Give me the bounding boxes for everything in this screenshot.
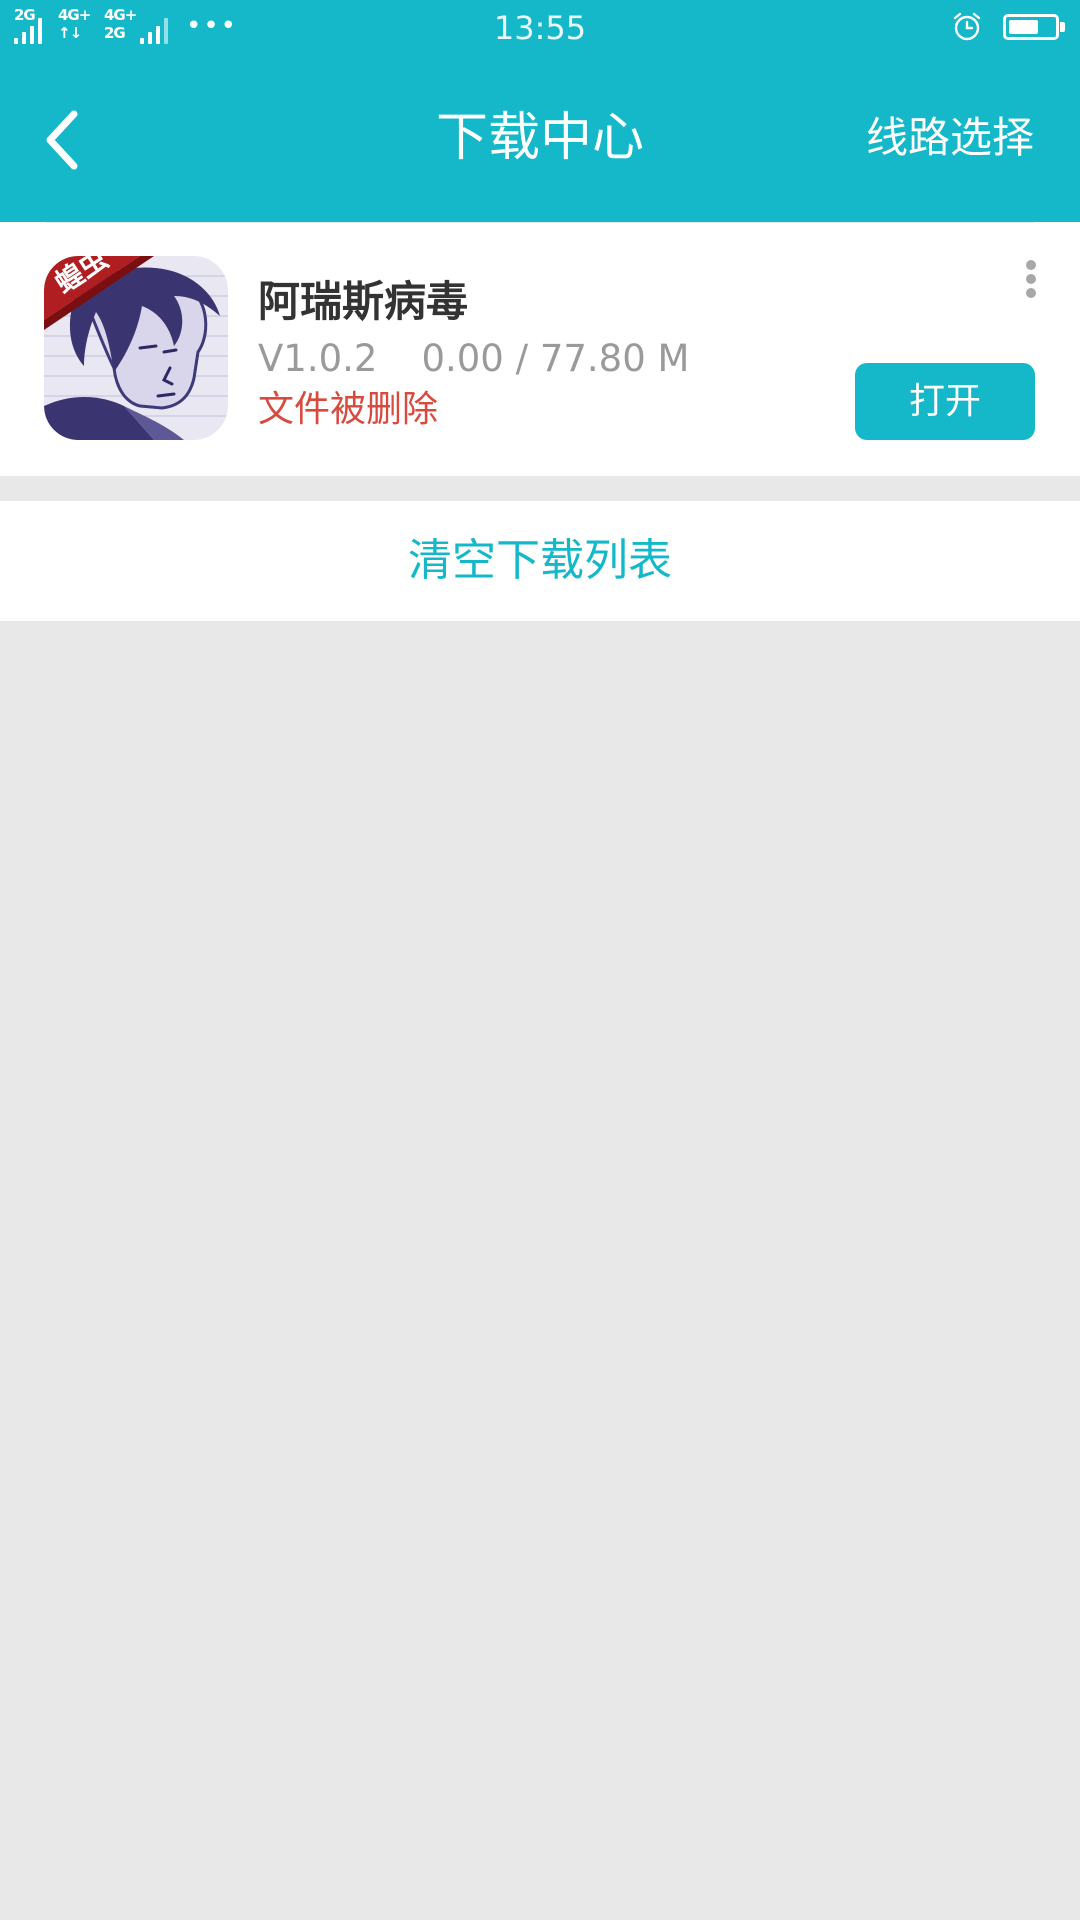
more-dot (1026, 260, 1036, 270)
route-select-button[interactable]: 线路选择 (866, 106, 1034, 170)
more-dot (1026, 288, 1036, 298)
status-bar: 2G 4G+ ↑↓ 4G+ 2G ••• 13:55 (0, 0, 1080, 60)
app-name: 阿瑞斯病毒 (258, 277, 469, 326)
divider (46, 222, 1034, 223)
clear-download-list-button[interactable]: 清空下载列表 (0, 501, 1080, 621)
download-progress: 0.00 / 77.80 M (421, 337, 690, 380)
open-button[interactable]: 打开 (855, 363, 1035, 440)
download-status: 文件被删除 (258, 389, 439, 430)
app-header: 2G 4G+ ↑↓ 4G+ 2G ••• 13:55 下载中心 线路选择 (0, 0, 1080, 222)
battery-icon (1003, 14, 1065, 40)
more-dot (1026, 274, 1036, 284)
app-meta: V1.0.2 0.00 / 77.80 M (258, 332, 689, 386)
status-time: 13:55 (493, 9, 587, 47)
more-vertical-icon[interactable] (1016, 260, 1046, 310)
battery-fill (1009, 20, 1038, 34)
battery-terminal (1060, 22, 1065, 32)
alarm-clock-icon (953, 12, 981, 41)
app-version: V1.0.2 (258, 337, 378, 380)
